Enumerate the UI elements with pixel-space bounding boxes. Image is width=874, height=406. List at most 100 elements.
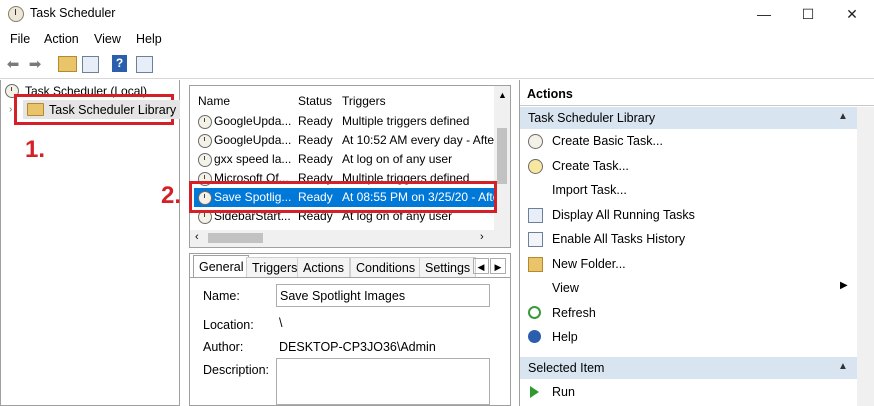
tab-general[interactable]: General — [193, 255, 250, 277]
tab-scroll-left-icon[interactable]: ◀ — [473, 258, 489, 274]
annotation-step-2: 2. — [161, 182, 182, 209]
back-arrow-icon[interactable]: ⬅ — [4, 55, 22, 73]
section-selected-label: Selected Item — [528, 361, 605, 375]
task-status-cell: Ready — [298, 114, 333, 128]
forward-arrow-icon[interactable]: ➡ — [26, 55, 44, 73]
console-tree: Task Scheduler (Local) › Task Scheduler … — [0, 80, 181, 406]
horizontal-scroll-thumb[interactable] — [208, 233, 263, 243]
action-item-label: Run — [552, 385, 575, 399]
close-button[interactable]: ✕ — [830, 0, 874, 28]
task-row[interactable]: GoogleUpda... Ready At 10:52 AM every day … — [194, 131, 494, 150]
task-name-cell: GoogleUpda... — [214, 114, 292, 128]
task-row[interactable]: gxx speed la... Ready At log on of any use… — [194, 150, 494, 169]
menu-help[interactable]: Help — [136, 32, 162, 46]
action-item[interactable]: Refresh — [520, 301, 874, 325]
task-list: Name Status Triggers GoogleUpda... Ready M… — [189, 85, 511, 248]
scroll-left-icon[interactable]: ‹ — [195, 231, 199, 243]
tree-item-library-label: Task Scheduler Library — [49, 102, 177, 117]
scroll-up-icon[interactable]: ▲ — [498, 90, 507, 100]
help-icon — [528, 330, 541, 343]
task-clock-icon — [198, 134, 212, 148]
task-scheduler-clock-icon — [8, 6, 24, 22]
section-library-label: Task Scheduler Library — [528, 111, 656, 125]
author-value: DESKTOP-CP3JO36\Admin — [279, 340, 436, 354]
action-item-label: Enable All Tasks History — [552, 232, 686, 246]
tab-divider — [190, 277, 510, 278]
name-field[interactable]: Save Spotlight Images — [276, 284, 490, 307]
action-item[interactable]: Display All Running Tasks — [520, 203, 874, 227]
location-value: \ — [279, 316, 283, 330]
column-header-status[interactable]: Status — [298, 94, 332, 108]
location-label: Location: — [203, 318, 254, 332]
description-field[interactable] — [276, 358, 490, 405]
create-basic-task-icon — [528, 134, 543, 149]
expand-chevron-icon[interactable]: › — [9, 104, 12, 115]
menu-bar — [0, 28, 874, 50]
scroll-right-icon[interactable]: › — [480, 231, 484, 243]
toolbar — [0, 52, 874, 79]
description-label: Description: — [203, 363, 269, 377]
action-item[interactable]: Enable All Tasks History — [520, 227, 874, 251]
action-item[interactable]: New Folder... — [520, 252, 874, 276]
collapse-up-icon[interactable]: ▲ — [838, 111, 848, 122]
task-status-cell: Ready — [298, 133, 333, 147]
tree-item-library[interactable]: Task Scheduler Library — [23, 100, 181, 119]
vertical-scroll-thumb[interactable] — [497, 128, 507, 184]
menu-file[interactable]: File — [10, 32, 30, 46]
folder-clock-icon — [27, 103, 44, 116]
action-item[interactable]: Run — [520, 380, 874, 404]
location-field — [276, 316, 490, 330]
task-details-pane: General Triggers Actions Conditions Sett… — [189, 253, 511, 406]
submenu-arrow-icon: ▶ — [840, 280, 848, 291]
show-hide-action-pane-icon[interactable] — [136, 56, 153, 73]
help-icon[interactable]: ? — [112, 55, 127, 72]
tab-conditions[interactable]: Conditions — [350, 257, 422, 277]
refresh-icon — [528, 305, 541, 319]
name-label: Name: — [203, 289, 240, 303]
tab-triggers[interactable]: Triggers — [246, 257, 304, 277]
collapse-up-icon[interactable]: ▲ — [838, 361, 848, 372]
horizontal-scrollbar[interactable]: ‹ › — [190, 230, 510, 247]
minimize-button[interactable]: — — [742, 0, 786, 28]
tab-settings[interactable]: Settings — [419, 257, 477, 277]
up-folder-icon[interactable] — [58, 56, 77, 72]
task-status-cell: Ready — [298, 152, 333, 166]
task-row[interactable]: GoogleUpda... Ready Multiple triggers defi… — [194, 112, 494, 131]
task-triggers-cell: At log on of any user — [342, 152, 453, 166]
actions-divider — [520, 105, 874, 106]
section-task-scheduler-library[interactable]: Task Scheduler Library ▲ — [520, 107, 874, 129]
column-header-triggers[interactable]: Triggers — [342, 94, 386, 108]
action-item[interactable]: View ▶ — [520, 276, 874, 300]
task-name-cell: gxx speed la... — [214, 152, 292, 166]
tab-scroll-right-icon[interactable]: ▶ — [490, 258, 506, 274]
running-tasks-icon — [528, 207, 543, 223]
window-title: Task Scheduler — [30, 6, 116, 20]
action-item-label: New Folder... — [552, 256, 626, 271]
action-item[interactable]: Import Task... — [520, 178, 874, 202]
task-name-cell: GoogleUpda... — [214, 133, 292, 147]
show-hide-console-tree-icon[interactable] — [82, 56, 99, 73]
history-icon — [528, 232, 543, 247]
maximize-button[interactable]: ☐ — [786, 0, 830, 28]
actions-scrollbar[interactable] — [857, 107, 874, 406]
task-triggers-cell: Multiple triggers defined — [342, 114, 470, 128]
task-clock-icon — [198, 115, 212, 129]
action-item[interactable]: Help — [520, 325, 874, 349]
task-triggers-cell: At 10:52 AM every day - Afte — [342, 133, 494, 147]
author-label: Author: — [203, 340, 244, 354]
new-folder-icon — [528, 256, 543, 272]
title-bar: Task Scheduler — ☐ ✕ — [0, 0, 874, 28]
run-icon — [530, 386, 539, 398]
column-header-name[interactable]: Name — [198, 94, 230, 108]
menu-action[interactable]: Action — [44, 32, 79, 46]
actions-header: Actions — [527, 87, 573, 101]
action-item-label: Help — [552, 330, 578, 344]
actions-pane: Actions Task Scheduler Library ▲ Create … — [519, 80, 874, 406]
menu-view[interactable]: View — [94, 32, 121, 46]
action-item-label: Import Task... — [552, 183, 627, 197]
action-item[interactable]: Create Task... — [520, 154, 874, 178]
tab-actions[interactable]: Actions — [297, 257, 350, 277]
task-clock-icon — [198, 153, 212, 167]
section-selected-item[interactable]: Selected Item ▲ — [520, 357, 874, 379]
action-item[interactable]: Create Basic Task... — [520, 129, 874, 153]
